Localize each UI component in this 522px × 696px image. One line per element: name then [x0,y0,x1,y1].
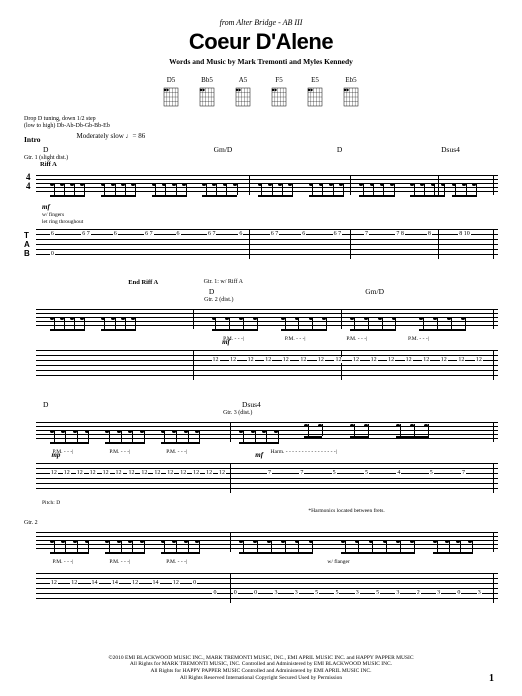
tab-label-1: TAB [24,231,30,258]
tuning-info: Drop D tuning, down 1/2 step (low to hig… [24,116,498,130]
harm-footnote: *Harmonics located between frets. [308,508,498,514]
chord-symbol: D [337,145,342,154]
chord-E5: E5 [306,76,324,108]
chord-symbol: D [209,287,214,296]
tab-3a: 12121212121212121212121212127755457 [24,463,498,499]
end-riff-label: End Riff A [128,279,158,286]
tempo-marking: Moderately slow ♩= 86 [77,132,146,143]
staff-2 [24,303,498,335]
staff-3a [24,416,498,448]
tab-num: 12 [334,357,342,363]
chord-A5: A5 [234,76,252,108]
perf-fingers: w/ fingers [42,212,498,218]
tab-3b: 12121414121412000033553532303 [24,573,498,609]
chord-diagrams: D5 Bb5 A5 F5 E5 Eb5 [24,76,498,108]
tab-num: 12 [370,357,378,363]
section-intro: Intro [24,135,41,144]
song-title: Coeur D'Alene [24,29,498,55]
chord-Bb5: Bb5 [198,76,216,108]
tab-num: 12 [405,357,413,363]
dynamic-mf-1: mf [42,203,498,211]
system-2: End Riff A Gtr. 1: w/ Riff A DGm/D Gtr. … [24,279,498,386]
system-1: Intro Moderately slow ♩= 86 DGm/DDDsus4 … [24,132,498,265]
chord-line-2: D Gm/D [24,287,498,296]
riff-a-label: Riff A [40,161,498,168]
perf-letring: let ring throughout [42,219,498,225]
tab-num: 12 [440,357,448,363]
dynamic-mf-3: mf [255,451,263,459]
tuning-label: Drop D tuning, down 1/2 step [24,116,96,122]
tab-num: 12 [229,357,237,363]
tab-num: 12 [387,357,395,363]
pitch-row: Pitch: D [42,500,498,506]
pm-2a: P.M. - - -| [223,336,244,342]
chord-line-1: D Gm/D D Dsus4 [24,145,498,154]
pm-3a: P.M. - - -| [52,449,73,455]
tuning-notes: (low to high) Db-Ab-Db-Gb-Bb-Eb [24,123,110,129]
chord-symbol: Gm/D [365,287,384,296]
chord-Eb5: Eb5 [342,76,360,108]
harm-label: Harm. - - - - - - - - - - - - - - - -| [270,449,336,455]
page-number: 1 [489,673,494,684]
system-3: DDsus4 Gtr. 3 (dist.) mp P.M. - - -| P.M… [24,400,498,609]
staff-1: 44 [24,169,498,201]
pm-3c: P.M. - - -| [166,449,187,455]
tab-num: 12 [212,357,220,363]
tab-1: TAB 66 766 766 766 766 777 888 100 [24,229,498,265]
pm-2c: P.M. - - -| [346,336,367,342]
time-sig: 44 [26,173,31,191]
chord-D5: D5 [162,76,180,108]
staff-3b [24,526,498,558]
tab-num: 12 [317,357,325,363]
chord-symbol: Gm/D [214,145,233,154]
tab-num: 12 [422,357,430,363]
chord-symbol: Dsus4 [441,145,460,154]
tab-num: 12 [299,357,307,363]
tab-num: 12 [475,357,483,363]
tab-num: 12 [247,357,255,363]
tab-num: 12 [352,357,360,363]
chord-symbol: D [43,400,48,409]
credits: Words and Music by Mark Tremonti and Myl… [24,57,498,66]
pm-3b: P.M. - - -| [109,449,130,455]
copyright: ©2010 EMI BLACKWOOD MUSIC INC., MARK TRE… [0,655,522,683]
tab-num: 12 [282,357,290,363]
pm-3g: P.M. - - -| [166,559,187,565]
pm-2d: P.M. - - -| [408,336,429,342]
chord-symbol: D [43,145,48,154]
gtr1-riff-note: Gtr. 1: w/ Riff A [204,279,243,285]
pm-2b: P.M. - - -| [285,336,306,342]
chord-symbol: Dsus4 [242,400,261,409]
tab-2: 12 12 12 12 12 12 12 12 12 12 12 12 12 12 12 12 [24,350,498,386]
pm-3e: P.M. - - -| [52,559,73,565]
source-line: from Alter Bridge - AB III [24,18,498,27]
pm-3f: P.M. - - -| [109,559,130,565]
flanger-label: w/ flanger [327,559,349,565]
tab-num: 12 [264,357,272,363]
chord-F5: F5 [270,76,288,108]
chord-line-3: D Dsus4 [24,400,498,409]
tab-num: 12 [457,357,465,363]
